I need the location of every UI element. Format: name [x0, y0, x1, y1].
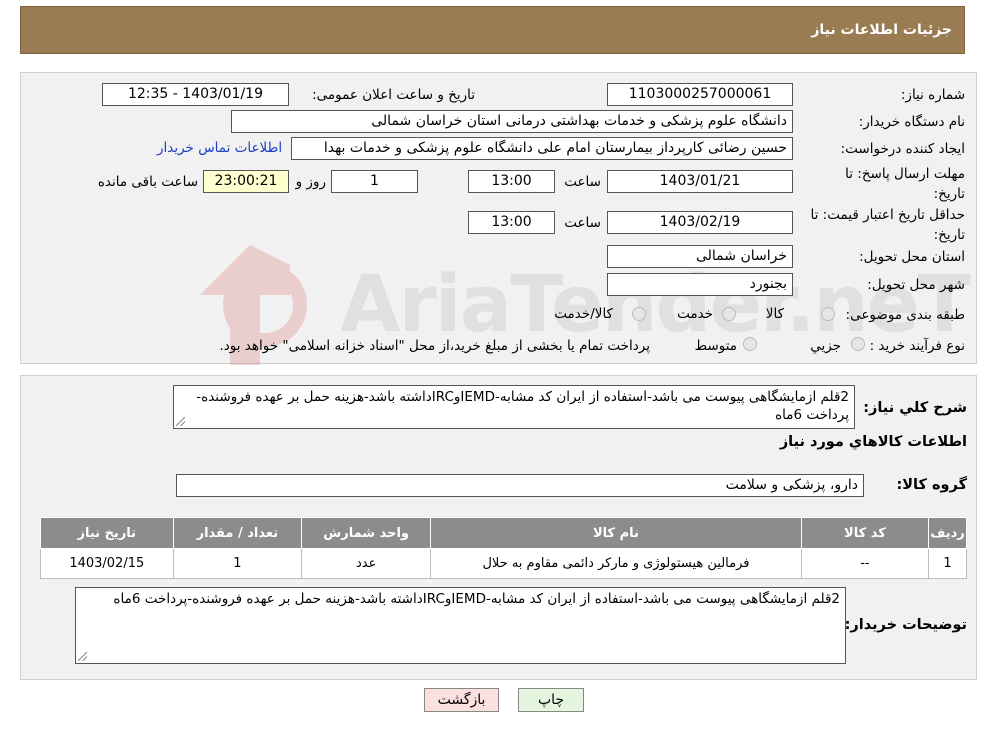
col-quantity: تعداد / مقدار — [172, 517, 303, 549]
col-need-date: تاریخ نیاز — [40, 517, 174, 549]
cell-item-code: -- — [800, 548, 930, 579]
validity-time-field[interactable]: 13:00 — [468, 211, 555, 234]
page-title: جزئیات اطلاعات نیاز — [811, 22, 952, 38]
group-label: گروه کالا: — [896, 477, 967, 493]
purchase-option-minor: جزیي — [810, 338, 841, 354]
table-header-row: ردیف کد کالا نام کالا واحد شمارش تعداد /… — [40, 517, 967, 549]
buyer-org-field[interactable]: دانشگاه علوم پزشکی و خدمات بهداشتی درمان… — [231, 110, 793, 133]
deadline-date-field[interactable]: 1403/01/21 — [607, 170, 793, 193]
col-item-name: نام کالا — [430, 517, 802, 549]
city-field[interactable]: بجنورد — [607, 273, 793, 296]
validity-time-label: ساعت — [564, 215, 601, 231]
need-number-label: شماره نیاز: — [900, 87, 965, 103]
items-title: اطلاعات کالاهاي مورد نیاز — [779, 434, 967, 450]
resize-grip-icon[interactable] — [78, 652, 87, 661]
items-table: ردیف کد کالا نام کالا واحد شمارش تعداد /… — [40, 517, 967, 579]
deadline-label-line2: تاریخ: — [933, 186, 965, 202]
deadline-label-line1: مهلت ارسال پاسخ: تا — [845, 166, 965, 182]
category-option-goods: کالا — [765, 306, 784, 322]
category-option-service: خدمت — [677, 306, 713, 322]
deadline-label: مهلت ارسال پاسخ: تا تاریخ: — [845, 164, 965, 204]
purchase-radio-minor[interactable] — [851, 337, 865, 351]
cell-row-number: 1 — [928, 548, 967, 579]
resize-grip-icon[interactable] — [176, 417, 185, 426]
cell-unit: عدد — [301, 548, 432, 579]
cell-item-name: فرمالین هیستولوژی و مارکر دائمی مقاوم به… — [430, 548, 802, 579]
need-number-field[interactable]: 1103000257000061 — [607, 83, 793, 106]
group-field[interactable]: دارو، پزشکی و سلامت — [176, 474, 864, 497]
category-radio-goods-service[interactable] — [632, 307, 646, 321]
creator-field[interactable]: حسین رضائی کارپرداز بیمارستان امام علی د… — [291, 137, 793, 160]
col-item-code: کد کالا — [800, 517, 930, 549]
city-label: شهر محل تحویل: — [867, 277, 965, 293]
announce-label: تاریخ و ساعت اعلان عمومی: — [312, 87, 475, 103]
purchase-radio-medium[interactable] — [743, 337, 757, 351]
summary-label: شرح کلي نیاز: — [863, 400, 967, 416]
province-field[interactable]: خراسان شمالی — [607, 245, 793, 268]
cell-need-date: 1403/02/15 — [40, 548, 174, 579]
category-radio-service[interactable] — [722, 307, 736, 321]
category-radio-goods[interactable] — [821, 307, 835, 321]
validity-label-line1: حداقل تاریخ اعتبار قیمت: تا — [810, 207, 965, 223]
days-field[interactable]: 1 — [331, 170, 418, 193]
announce-field[interactable]: 1403/01/19 - 12:35 — [102, 83, 289, 106]
validity-label-line2: تاریخ: — [933, 227, 965, 243]
buyer-org-label: نام دستگاه خریدار: — [858, 114, 965, 130]
validity-label: حداقل تاریخ اعتبار قیمت: تا تاریخ: — [811, 205, 965, 245]
remaining-label: ساعت باقی مانده — [97, 174, 198, 190]
page-header: جزئیات اطلاعات نیاز — [20, 6, 965, 54]
creator-label: ایجاد کننده درخواست: — [840, 141, 965, 157]
print-button[interactable]: چاپ — [518, 688, 584, 712]
deadline-time-label: ساعت — [564, 174, 601, 190]
purchase-option-medium: متوسط — [694, 338, 737, 354]
province-label: استان محل تحویل: — [859, 249, 965, 265]
remaining-time-field: 23:00:21 — [203, 170, 289, 193]
validity-date-field[interactable]: 1403/02/19 — [607, 211, 793, 234]
days-label: روز و — [295, 174, 326, 190]
buyer-notes-label: توضیحات خریدار: — [844, 617, 967, 633]
cell-quantity: 1 — [172, 548, 303, 579]
summary-textarea[interactable]: 2قلم ازمایشگاهی پیوست می باشد-استفاده از… — [173, 385, 855, 429]
table-row: 1 -- فرمالین هیستولوژی و مارکر دائمی مقا… — [40, 548, 967, 579]
col-unit: واحد شمارش — [301, 517, 432, 549]
contact-buyer-link[interactable]: اطلاعات تماس خریدار — [157, 140, 282, 156]
buyer-notes-text: 2قلم ازمایشگاهی پیوست می باشد-استفاده از… — [113, 591, 840, 607]
buyer-notes-textarea[interactable]: 2قلم ازمایشگاهی پیوست می باشد-استفاده از… — [75, 587, 846, 664]
deadline-time-field[interactable]: 13:00 — [468, 170, 555, 193]
category-label: طبقه بندی موضوعی: — [845, 307, 965, 323]
back-button[interactable]: بازگشت — [424, 688, 499, 712]
purchase-type-label: نوع فرآیند خرید : — [869, 338, 965, 354]
payment-note: پرداخت تمام یا بخشی از مبلغ خرید،از محل … — [219, 338, 650, 354]
col-row-number: ردیف — [928, 517, 967, 549]
summary-text: 2قلم ازمایشگاهی پیوست می باشد-استفاده از… — [196, 389, 849, 423]
category-option-goods-service: کالا/خدمت — [554, 306, 613, 322]
